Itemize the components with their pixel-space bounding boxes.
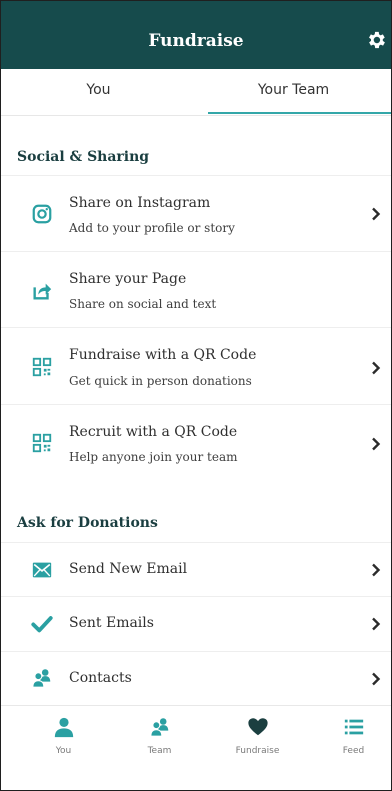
tab-you[interactable]: You	[1, 69, 196, 115]
email-icon	[32, 562, 52, 578]
item-subtitle: Help anyone join your team	[69, 450, 238, 464]
person-icon	[54, 717, 74, 738]
section-heading: Social & Sharing	[17, 149, 150, 165]
list-item-share-instagram[interactable]: Share on Instagram Add to your profile o…	[1, 175, 391, 252]
nav-label: You	[55, 746, 72, 756]
chevron-right-icon	[372, 437, 381, 451]
chevron-right-icon	[372, 563, 381, 577]
item-title: Share on Instagram	[69, 195, 211, 211]
item-subtitle: Get quick in person donations	[69, 374, 252, 388]
chevron-right-icon	[372, 361, 381, 375]
heart-icon	[248, 718, 268, 736]
item-title: Share your Page	[69, 271, 187, 287]
section-header-social-sharing: Social & Sharing	[1, 147, 391, 175]
chevron-right-icon	[372, 672, 381, 686]
qr-code-icon	[32, 433, 52, 453]
nav-label: Team	[147, 746, 172, 756]
item-subtitle: Add to your profile or story	[69, 221, 235, 235]
list-item-send-new-email[interactable]: Send New Email	[1, 542, 391, 597]
nav-item-feed[interactable]: Feed	[305, 706, 391, 766]
app-frame: Fundraise You Your Team Social & Sharing…	[0, 0, 392, 791]
qr-code-icon	[32, 357, 52, 377]
checkmark-icon	[31, 616, 53, 633]
app-header: Fundraise	[1, 1, 391, 69]
list-item-fundraise-qr[interactable]: Fundraise with a QR Code Get quick in pe…	[1, 327, 391, 405]
nav-label: Fundraise	[235, 746, 280, 756]
nav-item-you[interactable]: You	[15, 706, 112, 766]
chevron-right-icon	[372, 207, 381, 221]
tab-bar: You Your Team	[1, 69, 391, 116]
item-title: Send New Email	[69, 561, 188, 577]
nav-item-team[interactable]: Team	[111, 706, 208, 766]
section-heading: Ask for Donations	[17, 515, 158, 531]
instagram-icon	[32, 204, 52, 224]
list-icon	[344, 719, 364, 735]
section-header-ask-donations: Ask for Donations	[1, 513, 391, 541]
item-title: Contacts	[69, 670, 132, 686]
nav-item-fundraise[interactable]: Fundraise	[209, 706, 306, 766]
list-item-recruit-qr[interactable]: Recruit with a QR Code Help anyone join …	[1, 404, 391, 482]
gear-icon[interactable]	[365, 29, 387, 51]
bottom-nav: You Team Fundraise Feed	[1, 705, 391, 766]
share-icon	[33, 283, 52, 300]
page-title: Fundraise	[148, 31, 244, 51]
item-title: Fundraise with a QR Code	[69, 347, 257, 363]
item-subtitle: Share on social and text	[69, 297, 217, 311]
list-item-contacts[interactable]: Contacts	[1, 651, 391, 706]
team-icon	[150, 718, 169, 737]
list-item-share-page[interactable]: Share your Page Share on social and text	[1, 251, 391, 328]
chevron-right-icon	[372, 617, 381, 631]
list-item-sent-emails[interactable]: Sent Emails	[1, 596, 391, 652]
active-tab-indicator	[208, 112, 391, 114]
tab-your-team[interactable]: Your Team	[196, 69, 391, 115]
item-title: Recruit with a QR Code	[69, 424, 238, 440]
contacts-icon	[32, 669, 51, 688]
item-title: Sent Emails	[69, 615, 154, 631]
nav-label: Feed	[342, 746, 365, 756]
